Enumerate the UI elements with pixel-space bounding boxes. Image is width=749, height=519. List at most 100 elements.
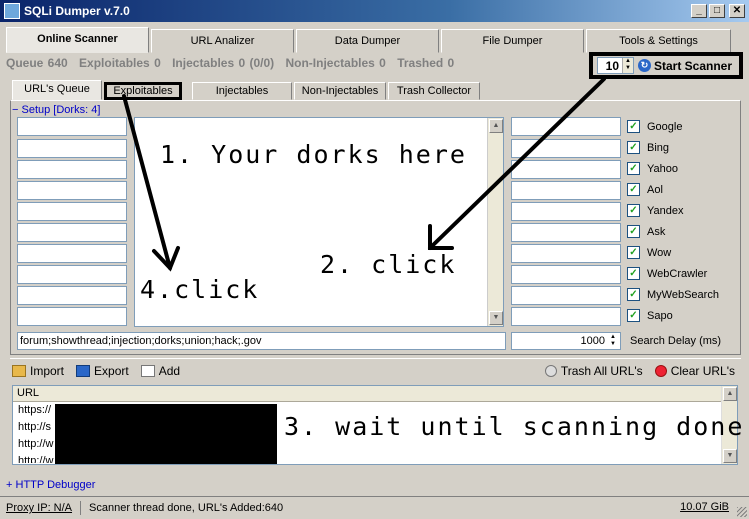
engine-label: Wow: [647, 246, 672, 259]
left-field[interactable]: [17, 202, 127, 221]
right-field[interactable]: [511, 117, 621, 136]
left-field[interactable]: [17, 223, 127, 242]
right-field[interactable]: [511, 307, 621, 326]
spinner-arrows[interactable]: ▲ ▼: [622, 58, 633, 73]
left-field[interactable]: [17, 286, 127, 305]
right-field[interactable]: [511, 139, 621, 158]
engine-yahoo[interactable]: ✓ Yahoo: [627, 162, 678, 175]
start-scanner-button[interactable]: ↻ Start Scanner: [638, 59, 732, 73]
engine-aol[interactable]: ✓ Aol: [627, 183, 663, 196]
engine-ask[interactable]: ✓ Ask: [627, 225, 665, 238]
tab-file-dumper[interactable]: File Dumper: [441, 29, 584, 53]
annotation-step3: 3. wait until scanning done: [284, 412, 745, 441]
expand-icon[interactable]: +: [6, 479, 12, 491]
queue-count: Queue 640: [6, 56, 68, 70]
checkbox-ask[interactable]: ✓: [627, 225, 640, 238]
left-field[interactable]: [17, 160, 127, 179]
tab-url-analizer[interactable]: URL Analizer: [151, 29, 294, 53]
left-field[interactable]: [17, 139, 127, 158]
right-field[interactable]: [511, 265, 621, 284]
dorks-scrollbar[interactable]: ▲ ▼: [487, 118, 503, 326]
left-field[interactable]: [17, 307, 127, 326]
clear-urls-button[interactable]: Clear URL's: [654, 363, 735, 378]
checkbox-webcrawler[interactable]: ✓: [627, 267, 640, 280]
checkbox-sapo[interactable]: ✓: [627, 309, 640, 322]
import-button[interactable]: Import: [12, 364, 64, 378]
scroll-down-icon[interactable]: ▼: [723, 449, 737, 463]
engine-label: Yandex: [647, 204, 684, 217]
left-field[interactable]: [17, 265, 127, 284]
engine-webcrawler[interactable]: ✓ WebCrawler: [627, 267, 707, 280]
delay-down-icon[interactable]: ▼: [608, 341, 618, 348]
tab-data-dumper[interactable]: Data Dumper: [296, 29, 439, 53]
tab-injectables[interactable]: Injectables: [192, 82, 292, 100]
tab-trash-collector[interactable]: Trash Collector: [388, 82, 480, 100]
resize-grip-icon[interactable]: [737, 507, 747, 517]
scanner-control: 10 ▲ ▼ ↻ Start Scanner: [589, 52, 743, 79]
tab-exploitables[interactable]: Exploitables: [104, 82, 182, 100]
scroll-up-icon[interactable]: ▲: [489, 119, 503, 133]
engine-label: Ask: [647, 225, 666, 238]
engine-wow[interactable]: ✓ Wow: [627, 246, 671, 259]
main-tabs: Online Scanner URL Analizer Data Dumper …: [6, 27, 733, 53]
search-delay-spinner[interactable]: 1000 ▲ ▼: [511, 332, 621, 350]
tab-tools-settings[interactable]: Tools & Settings: [586, 29, 731, 53]
scroll-up-icon[interactable]: ▲: [723, 387, 737, 401]
engine-label: Aol: [647, 183, 663, 196]
checkbox-google[interactable]: ✓: [627, 120, 640, 133]
right-field[interactable]: [511, 181, 621, 200]
spin-down-icon[interactable]: ▼: [623, 65, 633, 72]
engine-label: MyWebSearch: [647, 288, 719, 301]
spin-up-icon[interactable]: ▲: [623, 58, 633, 65]
delay-up-icon[interactable]: ▲: [608, 334, 618, 341]
add-label: Add: [158, 363, 181, 378]
engine-google[interactable]: ✓ Google: [627, 120, 682, 133]
engine-sapo[interactable]: ✓ Sapo: [627, 309, 673, 322]
http-debugger-toggle[interactable]: + HTTP Debugger: [6, 479, 95, 491]
engine-mywebsearch[interactable]: ✓ MyWebSearch: [627, 288, 719, 301]
left-field[interactable]: [17, 244, 127, 263]
left-field[interactable]: [17, 181, 127, 200]
delay-spinner-arrows[interactable]: ▲ ▼: [608, 334, 618, 348]
left-field[interactable]: [17, 117, 127, 136]
minimize-button[interactable]: _: [691, 4, 707, 18]
checkbox-wow[interactable]: ✓: [627, 246, 640, 259]
threads-spinner[interactable]: 10 ▲ ▼: [597, 57, 634, 74]
http-debugger-label: HTTP Debugger: [15, 479, 96, 491]
stats-bar: Queue 640 Exploitables 0 Injectables 0 (…: [6, 56, 461, 70]
setup-group[interactable]: − Setup [Dorks: 4]: [12, 104, 103, 116]
right-field[interactable]: [511, 202, 621, 221]
collapse-icon[interactable]: −: [12, 104, 18, 116]
checkbox-aol[interactable]: ✓: [627, 183, 640, 196]
save-icon: [76, 364, 91, 377]
url-column-header[interactable]: URL: [13, 386, 737, 402]
title-bar: SQLi Dumper v.7.0 _ □ ✕: [0, 0, 749, 22]
export-button[interactable]: Export: [76, 364, 129, 378]
trash-all-button[interactable]: Trash All URL's: [544, 363, 643, 378]
dorks-input[interactable]: forum;showthread;injection;dorks;union;h…: [17, 332, 506, 350]
right-field[interactable]: [511, 244, 621, 263]
engine-label: Sapo: [647, 309, 673, 322]
checkbox-yahoo[interactable]: ✓: [627, 162, 640, 175]
engine-yandex[interactable]: ✓ Yandex: [627, 204, 684, 217]
close-button[interactable]: ✕: [729, 4, 745, 18]
tab-online-scanner[interactable]: Online Scanner: [6, 27, 149, 53]
maximize-button[interactable]: □: [709, 4, 725, 18]
checkbox-mywebsearch[interactable]: ✓: [627, 288, 640, 301]
disk-space: 10.07 GiB: [680, 501, 729, 513]
trash-all-label: Trash All URL's: [560, 363, 643, 378]
clear-icon: [654, 364, 667, 377]
right-field[interactable]: [511, 223, 621, 242]
injectables-count: Injectables 0 (0/0): [172, 56, 275, 70]
proxy-ip-link[interactable]: Proxy IP: N/A: [6, 502, 72, 514]
engine-bing[interactable]: ✓ Bing: [627, 141, 669, 154]
tab-urls-queue[interactable]: URL's Queue: [12, 80, 102, 100]
tab-non-injectables[interactable]: Non-Injectables: [294, 82, 386, 100]
checkbox-yandex[interactable]: ✓: [627, 204, 640, 217]
clear-label: Clear URL's: [670, 363, 735, 378]
checkbox-bing[interactable]: ✓: [627, 141, 640, 154]
right-field[interactable]: [511, 160, 621, 179]
add-button[interactable]: Add: [140, 363, 181, 378]
right-field[interactable]: [511, 286, 621, 305]
scroll-down-icon[interactable]: ▼: [489, 311, 503, 325]
